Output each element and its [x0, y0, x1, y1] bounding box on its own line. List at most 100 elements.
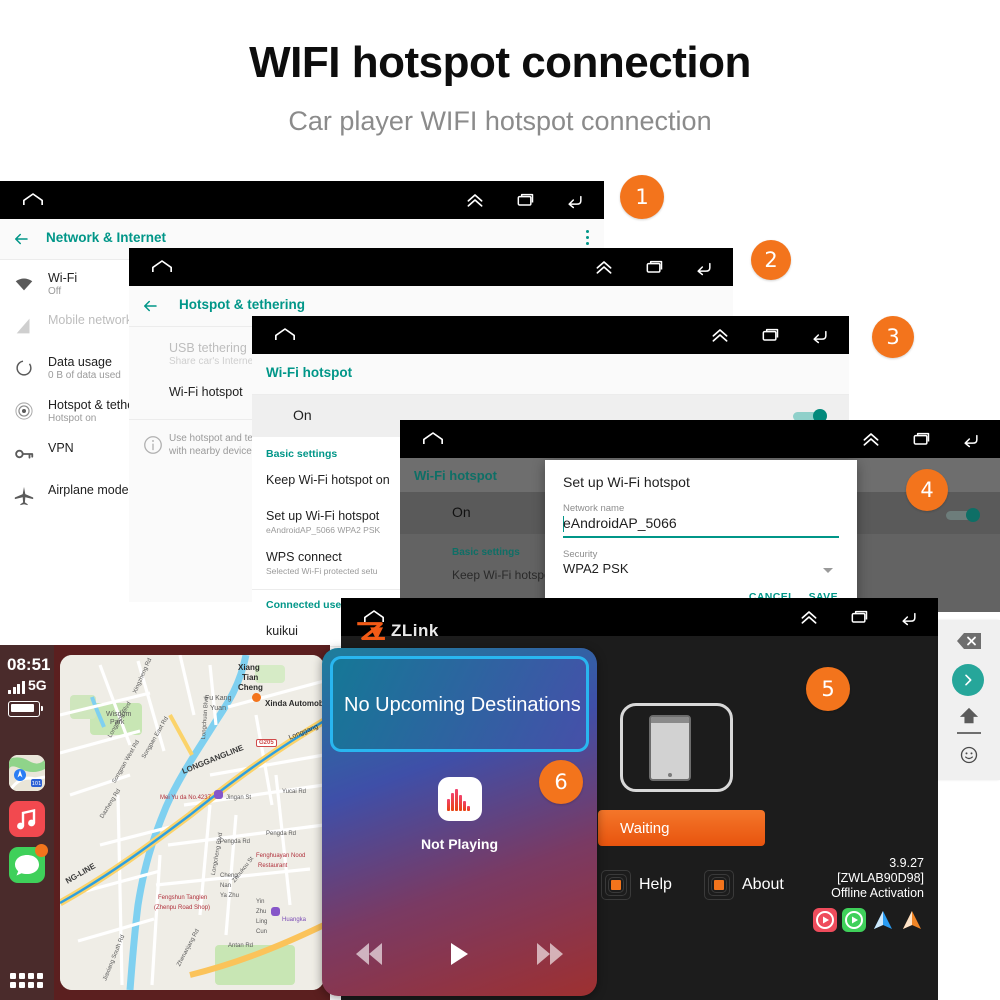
media-controls — [322, 943, 597, 965]
chevron-up-double-icon[interactable] — [464, 190, 486, 210]
back-icon[interactable] — [564, 190, 586, 210]
row-subtitle: eAndroidAP_5066 WPA2 PSK — [266, 525, 381, 535]
version-number: 3.9.27 — [889, 856, 924, 870]
home-icon[interactable] — [422, 431, 444, 446]
row-title: kuikui — [266, 624, 298, 638]
page-header: WIFI hotspot connection Car player WIFI … — [0, 0, 1000, 137]
security-label: Security — [563, 549, 598, 560]
appbar-wifi-hotspot: Wi-Fi hotspot — [252, 354, 849, 395]
music-wave-icon — [438, 777, 482, 821]
step-badge-1: 1 — [620, 175, 664, 219]
dimmed-section-basic: Basic settings — [452, 547, 520, 558]
minus-icon[interactable] — [957, 732, 981, 734]
android-navbar — [252, 316, 849, 354]
waiting-button[interactable]: Waiting — [598, 810, 765, 846]
carplay-red-icon[interactable] — [813, 908, 837, 932]
airplane-icon — [14, 486, 34, 506]
overflow-menu-icon[interactable] — [586, 230, 590, 248]
row-title: VPN — [48, 441, 74, 455]
back-arrow-icon[interactable] — [12, 230, 30, 248]
enter-arrow-icon[interactable] — [952, 664, 984, 696]
home-icon[interactable] — [151, 259, 173, 274]
dimmed-state-label: On — [452, 504, 471, 520]
recent-apps-icon[interactable] — [848, 607, 870, 627]
zlink-app-name: ZLink — [391, 621, 439, 640]
about-label: About — [742, 876, 784, 893]
android-navbar — [400, 420, 1000, 458]
about-icon — [704, 870, 734, 900]
row-title: Data usage — [48, 355, 112, 369]
destinations-label: No Upcoming Destinations — [344, 694, 581, 716]
rewind-icon[interactable] — [356, 943, 383, 965]
carplay-green-icon[interactable] — [842, 908, 866, 932]
step-badge-2: 2 — [751, 240, 791, 280]
recent-apps-icon[interactable] — [643, 257, 665, 277]
recent-apps-icon[interactable] — [910, 429, 932, 449]
signal-bars-icon — [16, 318, 30, 334]
help-button[interactable]: Help — [601, 870, 672, 900]
dimmed-appbar-title: Wi-Fi hotspot — [414, 468, 497, 483]
back-arrow-icon[interactable] — [141, 297, 159, 315]
map-pin-icon — [271, 907, 280, 916]
section-connected-users: Connected users — [266, 599, 352, 611]
back-icon[interactable] — [809, 325, 831, 345]
android-auto-blue-icon[interactable] — [871, 908, 895, 932]
chevron-up-double-icon[interactable] — [709, 325, 731, 345]
appbar-title: Network & Internet — [46, 230, 167, 245]
setup-wifi-hotspot-dialog: Set up Wi-Fi hotspot Network name eAndro… — [545, 460, 857, 612]
back-icon[interactable] — [693, 257, 715, 277]
back-icon[interactable] — [960, 429, 982, 449]
row-title: WPS connect — [266, 550, 342, 564]
hotspot-state-label: On — [293, 407, 312, 423]
recent-apps-icon[interactable] — [759, 325, 781, 345]
close-icon[interactable] — [954, 630, 984, 652]
security-select[interactable]: WPA2 PSK — [563, 561, 629, 576]
info-line-2: with nearby devices — [169, 446, 257, 457]
destinations-card[interactable]: No Upcoming Destinations — [330, 656, 589, 752]
android-auto-orange-icon[interactable] — [900, 908, 924, 932]
row-subtitle: Share car's Internet — [169, 356, 256, 367]
panel-setup-dialog: Wi-Fi hotspot On Basic settings Keep Wi-… — [400, 420, 1000, 612]
network-type-label: 5G — [28, 677, 47, 693]
dialog-title: Set up Wi-Fi hotspot — [563, 474, 690, 490]
app-grid-icon[interactable] — [10, 973, 43, 988]
data-usage-icon — [16, 360, 32, 376]
row-title: Wi-Fi hotspot — [169, 385, 243, 399]
home-icon[interactable] — [22, 192, 44, 207]
row-title: Wi-Fi — [48, 271, 78, 285]
help-label: Help — [639, 876, 672, 893]
android-navbar — [129, 248, 733, 286]
messages-icon[interactable] — [9, 844, 48, 883]
help-icon — [601, 870, 631, 900]
now-playing-label: Not Playing — [420, 836, 498, 852]
chevron-up-double-icon[interactable] — [860, 429, 882, 449]
fast-forward-icon[interactable] — [536, 943, 563, 965]
battery-icon — [8, 701, 43, 717]
emoji-icon[interactable] — [958, 744, 980, 766]
row-title: USB tethering — [169, 341, 247, 355]
back-icon[interactable] — [898, 607, 920, 627]
info-icon — [144, 436, 162, 454]
shift-up-icon[interactable] — [958, 706, 980, 726]
maps-icon[interactable]: 101 — [9, 755, 45, 791]
step-badge-6: 6 — [539, 760, 583, 804]
network-name-input[interactable]: eAndroidAP_5066 — [563, 515, 677, 531]
recent-apps-icon[interactable] — [514, 190, 536, 210]
about-button[interactable]: About — [704, 870, 784, 900]
map-pin-icon — [252, 693, 261, 702]
music-icon[interactable] — [9, 801, 45, 837]
home-icon[interactable] — [274, 327, 296, 342]
appbar-title: Wi-Fi hotspot — [266, 365, 353, 380]
chevron-up-double-icon[interactable] — [593, 257, 615, 277]
play-icon[interactable] — [450, 943, 468, 965]
row-subtitle: Hotspot on — [48, 413, 97, 424]
map-view[interactable]: Xiang Tian Cheng Fu Kang Yuan Xinda Auto… — [60, 655, 324, 990]
map-pin-icon — [214, 790, 223, 799]
page-subtitle: Car player WIFI hotspot connection — [288, 106, 712, 136]
hotspot-icon — [15, 402, 33, 420]
appbar-title: Hotspot & tethering — [179, 297, 305, 312]
svg-text:101: 101 — [32, 781, 42, 787]
chevron-down-icon[interactable] — [823, 568, 833, 573]
carplay-sidebar: 08:51 5G 101 — [0, 645, 54, 1000]
chevron-up-double-icon[interactable] — [798, 607, 820, 627]
